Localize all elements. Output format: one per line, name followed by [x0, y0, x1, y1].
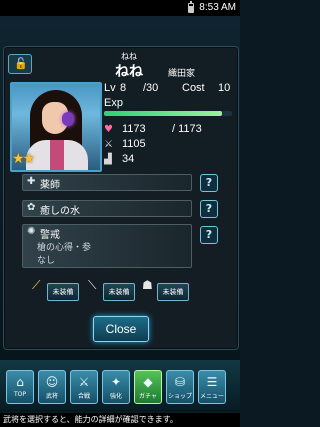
speed-value: 34 — [122, 153, 135, 165]
sword-icon: ⟍ — [88, 278, 97, 292]
level-value: 8 — [120, 82, 127, 94]
tab-battle[interactable]: ⚔ 合戦 — [70, 370, 98, 404]
skill-help-button[interactable]: ? — [200, 174, 218, 192]
tab-shop[interactable]: ⛁ ショップ — [166, 370, 194, 404]
skill-help-button[interactable]: ? — [200, 200, 218, 218]
equip-slot-spear[interactable]: 未装備 — [47, 283, 79, 301]
lock-button[interactable]: 🔓 — [8, 54, 32, 74]
trait-name: 警戒 — [40, 230, 60, 241]
level-label: Lv — [104, 82, 116, 94]
battery-icon — [188, 1, 194, 13]
cost-value: 10 — [218, 82, 231, 94]
equip-slot-sword[interactable]: 未装備 — [103, 283, 135, 301]
skill-row-1[interactable]: ✚ 薬師 — [22, 174, 192, 191]
general-name: ねね — [115, 64, 143, 80]
heart-icon: ♥ — [104, 124, 113, 135]
skill-row-2[interactable]: ✿ 癒しの水 — [22, 200, 192, 217]
helmet-icon: ☗ — [142, 278, 153, 292]
spear-icon: ⟋ — [32, 278, 41, 292]
level-max: /30 — [143, 82, 159, 94]
skill-name: 薬師 — [40, 180, 60, 191]
upgrade-icon: ✦ — [110, 375, 122, 389]
speed-icon: ▟ — [104, 154, 112, 165]
hp-value: 1173 — [122, 123, 146, 135]
trait-icon: ✺ — [27, 226, 36, 237]
trait-help-button[interactable]: ? — [200, 226, 218, 244]
home-icon: ⌂ — [16, 375, 24, 389]
close-button[interactable]: Close — [93, 316, 149, 342]
skill-name: 癒しの水 — [40, 206, 80, 217]
tab-general[interactable]: ☺ 武将 — [38, 370, 66, 404]
rarity-stars: ★★ — [12, 151, 35, 167]
battle-icon: ⚔ — [78, 375, 90, 389]
status-bar: 8:53 AM — [0, 0, 240, 16]
cost-label: Cost — [182, 82, 205, 94]
exp-bar — [104, 111, 232, 116]
hp-max: / 1173 — [172, 123, 202, 135]
star-icon: ★ — [22, 151, 35, 167]
tab-top[interactable]: ⌂ TOP — [6, 370, 34, 404]
exp-label: Exp — [104, 97, 123, 109]
status-time: 8:53 AM — [199, 2, 236, 13]
unlock-icon: 🔓 — [14, 57, 28, 70]
attack-value: 1105 — [122, 138, 146, 150]
gacha-icon: ◆ — [143, 375, 153, 389]
trait-detail: 槍の心得・参 — [37, 243, 92, 253]
attack-icon: ⚔ — [104, 139, 113, 150]
trait-detail-2: なし — [37, 256, 56, 266]
hint-text: 武将を選択すると、能力の詳細が確認できます。 — [0, 413, 240, 427]
general-icon: ☺ — [45, 375, 59, 389]
heal-icon: ✚ — [27, 176, 36, 187]
headset-icon — [62, 112, 74, 126]
trait-panel[interactable]: ✺ 警戒 槍の心得・参 なし — [22, 224, 192, 268]
tab-upgrade[interactable]: ✦ 強化 — [102, 370, 130, 404]
star-icon: ★ — [12, 151, 24, 167]
gear-icon: ✿ — [27, 202, 36, 213]
equip-slot-helmet[interactable]: 未装備 — [157, 283, 189, 301]
menu-icon: ☰ — [206, 375, 218, 389]
tab-gacha[interactable]: ◆ ガチャ — [134, 370, 162, 404]
tab-menu[interactable]: ☰ メニュー — [198, 370, 226, 404]
shop-icon: ⛁ — [174, 375, 186, 389]
general-clan: 織田家 — [168, 69, 196, 79]
